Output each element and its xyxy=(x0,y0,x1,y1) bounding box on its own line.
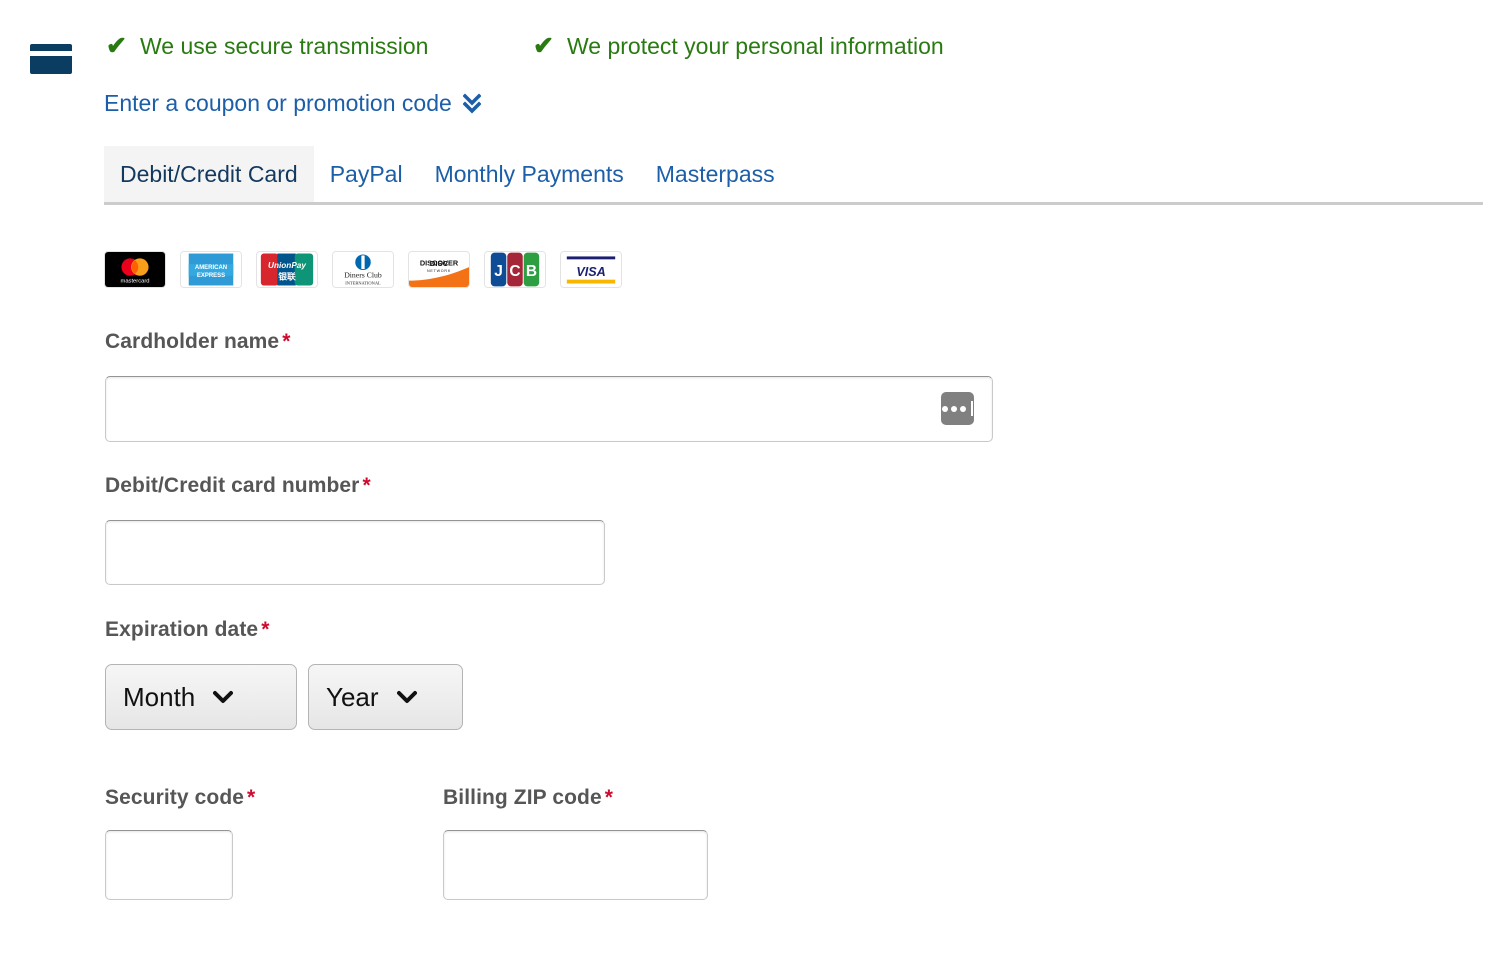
tab-label: PayPal xyxy=(329,160,403,187)
payment-method-tabs: Debit/Credit Card PayPal Monthly Payment… xyxy=(104,146,1483,205)
coupon-promotion-link[interactable]: Enter a coupon or promotion code xyxy=(104,88,481,118)
password-autofill-icon[interactable] xyxy=(941,392,974,425)
card-number-input[interactable] xyxy=(105,520,605,585)
expiration-month-value: Month xyxy=(123,682,196,712)
jcb-logo-icon: J C B xyxy=(484,251,546,288)
expiration-month-select[interactable]: Month xyxy=(105,664,297,730)
tab-paypal[interactable]: PayPal xyxy=(314,146,419,202)
svg-text:C: C xyxy=(509,263,520,280)
svg-text:J: J xyxy=(494,263,503,280)
label-text: Billing ZIP code xyxy=(443,786,602,809)
american-express-logo-icon: AMERICAN EXPRESS xyxy=(180,251,242,288)
assurance-text: We use secure transmission xyxy=(140,33,429,59)
svg-text:DISCOVER: DISCOVER xyxy=(420,259,459,268)
chevron-down-icon xyxy=(213,690,234,704)
required-marker: * xyxy=(282,330,291,353)
required-marker: * xyxy=(362,474,371,497)
security-code-input[interactable] xyxy=(105,830,233,900)
tab-label: Masterpass xyxy=(655,160,775,187)
security-code-label: Security code * xyxy=(105,786,255,810)
tab-label: Debit/Credit Card xyxy=(120,160,298,187)
svg-text:INTERNATIONAL: INTERNATIONAL xyxy=(345,281,381,286)
svg-text:VISA: VISA xyxy=(576,265,605,279)
svg-text:mastercard: mastercard xyxy=(121,279,150,285)
tab-debit-credit-card[interactable]: Debit/Credit Card xyxy=(104,146,314,202)
required-marker: * xyxy=(604,786,614,809)
double-chevron-down-icon xyxy=(462,93,481,115)
tab-label: Monthly Payments xyxy=(434,160,624,187)
card-number-label: Debit/Credit card number * xyxy=(105,474,371,498)
tab-monthly-payments[interactable]: Monthly Payments xyxy=(419,146,640,202)
assurance-text: We protect your personal information xyxy=(567,33,944,59)
expiration-date-selects: Month Year xyxy=(105,664,463,730)
svg-text:NETWORK: NETWORK xyxy=(427,269,451,273)
check-icon: ✔ xyxy=(533,32,554,60)
svg-text:Diners Club: Diners Club xyxy=(344,271,382,280)
label-text: Debit/Credit card number xyxy=(105,474,360,497)
coupon-link-label: Enter a coupon or promotion code xyxy=(104,90,452,116)
tab-masterpass[interactable]: Masterpass xyxy=(640,146,791,202)
expiration-year-select[interactable]: Year xyxy=(308,664,463,730)
discover-logo-icon: DISC x NETWORK DISCOVER DISCOVER xyxy=(408,251,470,288)
required-marker: * xyxy=(261,618,270,641)
billing-zip-code-input[interactable] xyxy=(443,830,708,900)
svg-text:EXPRESS: EXPRESS xyxy=(197,273,225,279)
chevron-down-icon xyxy=(396,690,417,704)
label-text: Cardholder name xyxy=(105,330,280,353)
expiration-date-label: Expiration date * xyxy=(105,618,269,642)
expiration-year-value: Year xyxy=(326,682,379,712)
label-text: Expiration date xyxy=(105,618,259,641)
assurance-protect-information: ✔ We protect your personal information xyxy=(533,32,944,60)
diners-club-logo-icon: Diners Club INTERNATIONAL xyxy=(332,251,394,288)
billing-zip-code-label: Billing ZIP code * xyxy=(443,786,613,810)
svg-text:AMERICAN: AMERICAN xyxy=(195,265,227,271)
cardholder-name-label: Cardholder name * xyxy=(105,330,291,354)
visa-logo-icon: VISA xyxy=(560,251,622,288)
check-icon: ✔ xyxy=(106,32,127,60)
svg-text:B: B xyxy=(526,263,537,280)
unionpay-logo-icon: UnionPay 银联 xyxy=(256,251,318,288)
assurance-secure-transmission: ✔ We use secure transmission xyxy=(106,32,428,60)
mastercard-logo-icon: mastercard xyxy=(104,251,166,288)
accepted-card-logos: mastercard AMERICAN EXPRESS UnionPay 银联 … xyxy=(104,251,622,288)
required-marker: * xyxy=(247,786,256,809)
svg-text:银联: 银联 xyxy=(278,271,296,282)
assurance-bar: ✔ We use secure transmission ✔ We protec… xyxy=(0,32,1498,80)
cardholder-name-input[interactable] xyxy=(105,376,993,442)
credit-card-icon xyxy=(30,44,72,74)
svg-text:UnionPay: UnionPay xyxy=(268,261,306,270)
label-text: Security code xyxy=(105,786,245,809)
